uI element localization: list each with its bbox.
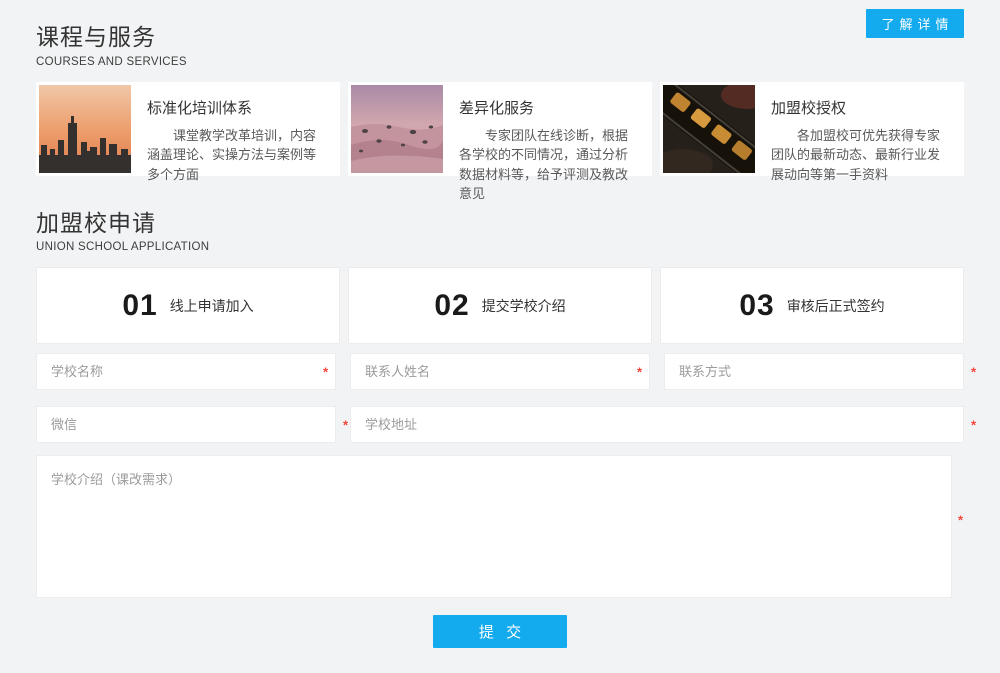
services-header: 课程与服务 COURSES AND SERVICES 了解详情 [36, 0, 964, 68]
application-header: 加盟校申请 UNION SCHOOL APPLICATION [36, 176, 964, 254]
desert-dusk-photo [351, 85, 443, 173]
required-asterisk: * [323, 365, 328, 378]
service-card-title: 差异化服务 [459, 97, 637, 118]
application-steps: 01 线上申请加入 02 提交学校介绍 03 审核后正式签约 [36, 267, 964, 344]
wechat-input[interactable] [36, 406, 336, 443]
school-address-field-wrap: * [350, 406, 964, 443]
school-address-input[interactable] [350, 406, 964, 443]
form-row-2: * * [36, 406, 964, 443]
service-cards: 标准化培训体系 课堂教学改革培训，内容涵盖理论、实操方法与案例等多个方面 [36, 82, 964, 176]
step-label: 审核后正式签约 [787, 296, 885, 316]
submit-row: 提 交 [36, 615, 964, 673]
step-label: 提交学校介绍 [482, 296, 566, 316]
contact-name-input[interactable] [350, 353, 650, 390]
school-intro-field-wrap: * [36, 455, 964, 598]
services-title: 课程与服务 [36, 24, 964, 52]
required-asterisk: * [971, 418, 976, 431]
step-label: 线上申请加入 [170, 296, 254, 316]
step-number: 01 [122, 289, 157, 323]
step-3: 03 审核后正式签约 [660, 267, 964, 344]
contact-method-field-wrap: * [664, 353, 964, 390]
required-asterisk: * [343, 418, 348, 431]
step-number: 03 [739, 289, 774, 323]
service-card-text: 差异化服务 专家团队在线诊断，根据各学校的不同情况，通过分析数据材料等，给予评测… [443, 85, 649, 173]
application-subtitle: UNION SCHOOL APPLICATION [36, 241, 964, 253]
services-subtitle: COURSES AND SERVICES [36, 56, 964, 68]
form-row-1: * * * [36, 353, 964, 390]
service-card-title: 标准化培训体系 [147, 97, 325, 118]
required-asterisk: * [971, 365, 976, 378]
page: 课程与服务 COURSES AND SERVICES 了解详情 [0, 0, 1000, 673]
service-card-text: 标准化培训体系 课堂教学改革培训，内容涵盖理论、实操方法与案例等多个方面 [131, 85, 337, 173]
learn-more-button[interactable]: 了解详情 [866, 9, 964, 38]
school-name-input[interactable] [36, 353, 336, 390]
step-1: 01 线上申请加入 [36, 267, 340, 344]
service-card-differentiated: 差异化服务 专家团队在线诊断，根据各学校的不同情况，通过分析数据材料等，给予评测… [348, 82, 652, 176]
step-number: 02 [434, 289, 469, 323]
contact-method-input[interactable] [664, 353, 964, 390]
city-skyline-sunset-photo [39, 85, 131, 173]
required-asterisk: * [958, 513, 963, 526]
submit-button[interactable]: 提 交 [433, 615, 567, 648]
wechat-field-wrap: * [36, 406, 336, 443]
service-card-authorization: 加盟校授权 各加盟校可优先获得专家团队的最新动态、最新行业发展动向等第一手资料 [660, 82, 964, 176]
school-name-field-wrap: * [36, 353, 336, 390]
service-card-training: 标准化培训体系 课堂教学改革培训，内容涵盖理论、实操方法与案例等多个方面 [36, 82, 340, 176]
school-intro-textarea[interactable] [36, 455, 952, 598]
contact-name-field-wrap: * [350, 353, 650, 390]
step-2: 02 提交学校介绍 [348, 267, 652, 344]
service-card-text: 加盟校授权 各加盟校可优先获得专家团队的最新动态、最新行业发展动向等第一手资料 [755, 85, 961, 173]
film-strip-photo [663, 85, 755, 173]
application-form: * * * * * * 提 交 [36, 353, 964, 673]
service-card-title: 加盟校授权 [771, 97, 949, 118]
application-title: 加盟校申请 [36, 210, 964, 238]
required-asterisk: * [637, 365, 642, 378]
